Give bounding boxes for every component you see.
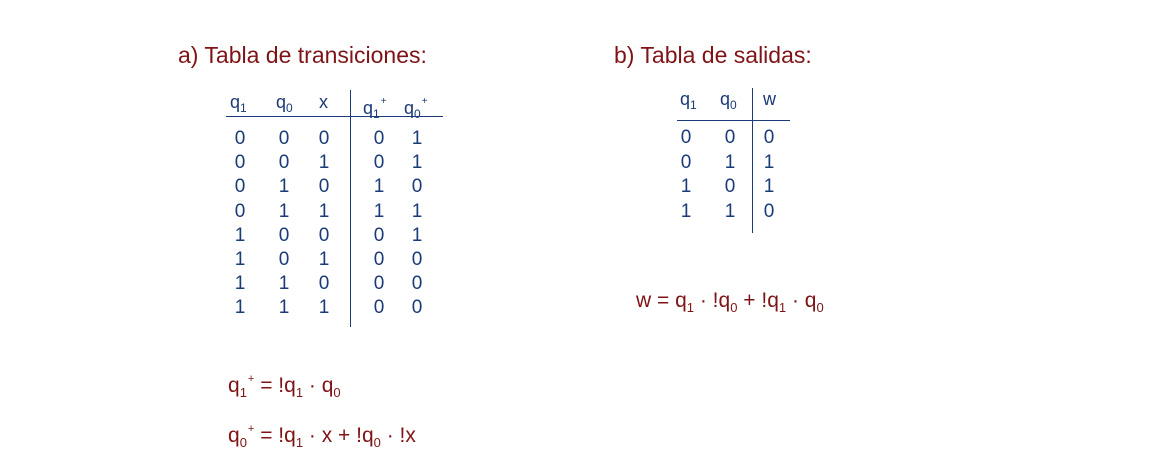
table-cell: 1 (234, 273, 246, 295)
transition-table-title: a) Tabla de transiciones: (178, 42, 427, 68)
table-cell: 0 (411, 249, 423, 270)
table-cell: 1 (763, 176, 775, 197)
table-cell: 0 (278, 249, 290, 270)
table-cell: 1 (411, 128, 423, 149)
table-cell: 1 (278, 297, 290, 319)
table-cell: 1 (318, 152, 330, 174)
table-cell: 0 (373, 273, 385, 295)
table-cell: 0 (278, 128, 290, 149)
table-cell: 0 (234, 176, 246, 198)
table-cell: 0 (724, 176, 736, 197)
table-cell: 1 (763, 151, 775, 173)
table-cell: 1 (411, 224, 423, 246)
table-cell: 0 (278, 152, 290, 174)
table-cell: 0 (234, 200, 246, 222)
header-w: w (763, 89, 776, 109)
table-cell: 1 (318, 200, 330, 222)
table-cell: 0 (411, 176, 423, 198)
table-cell: 0 (763, 200, 775, 222)
table-cell: 1 (680, 176, 692, 197)
table-cell: 1 (234, 249, 246, 270)
header-q1-next: q1+ (363, 96, 387, 121)
table-cell: 1 (680, 200, 692, 222)
table-cell: 0 (234, 128, 246, 149)
header-q0-next: q0+ (404, 96, 428, 121)
table-cell: 0 (411, 297, 423, 319)
equation-w: w = q1 · !q0 + !q1 · q0 (636, 289, 824, 315)
table-cell: 0 (411, 273, 423, 295)
table-cell: 0 (680, 151, 692, 173)
column-divider (350, 90, 351, 327)
table-cell: 0 (373, 152, 385, 174)
table-cell: 0 (234, 152, 246, 174)
table-cell: 1 (724, 200, 736, 222)
table-cell: 0 (373, 297, 385, 319)
header-divider (226, 116, 443, 117)
table-cell: 1 (411, 152, 423, 174)
table-cell: 0 (680, 127, 692, 148)
table-cell: 1 (318, 249, 330, 270)
table-cell: 0 (763, 127, 775, 148)
equation-q1-next: q1+ = !q1 · q0 (228, 373, 341, 400)
column-divider (752, 88, 753, 233)
table-cell: 1 (724, 151, 736, 173)
table-cell: 1 (278, 200, 290, 222)
table-cell: 0 (278, 224, 290, 246)
table-cell: 0 (318, 128, 330, 149)
header-q0: q0 (276, 92, 293, 115)
header-divider (677, 120, 790, 121)
table-cell: 0 (373, 249, 385, 270)
table-cell: 1 (234, 297, 246, 319)
table-cell: 0 (373, 128, 385, 149)
table-cell: 1 (411, 200, 423, 222)
header-x: x (319, 92, 328, 112)
table-cell: 1 (278, 176, 290, 198)
table-cell: 1 (318, 297, 330, 319)
table-cell: 0 (318, 224, 330, 246)
table-cell: 0 (724, 127, 736, 148)
header-q1: q1 (230, 92, 247, 115)
output-table-title: b) Tabla de salidas: (614, 42, 812, 68)
table-cell: 1 (373, 200, 385, 222)
table-cell: 0 (373, 224, 385, 246)
header-q1: q1 (680, 89, 697, 112)
table-cell: 1 (278, 273, 290, 295)
table-cell: 0 (318, 273, 330, 295)
equation-q0-next: q0+ = !q1 · x + !q0 · !x (228, 423, 416, 450)
table-cell: 1 (373, 176, 385, 198)
table-cell: 1 (234, 224, 246, 246)
header-q0: q0 (720, 89, 737, 112)
table-cell: 0 (318, 176, 330, 198)
